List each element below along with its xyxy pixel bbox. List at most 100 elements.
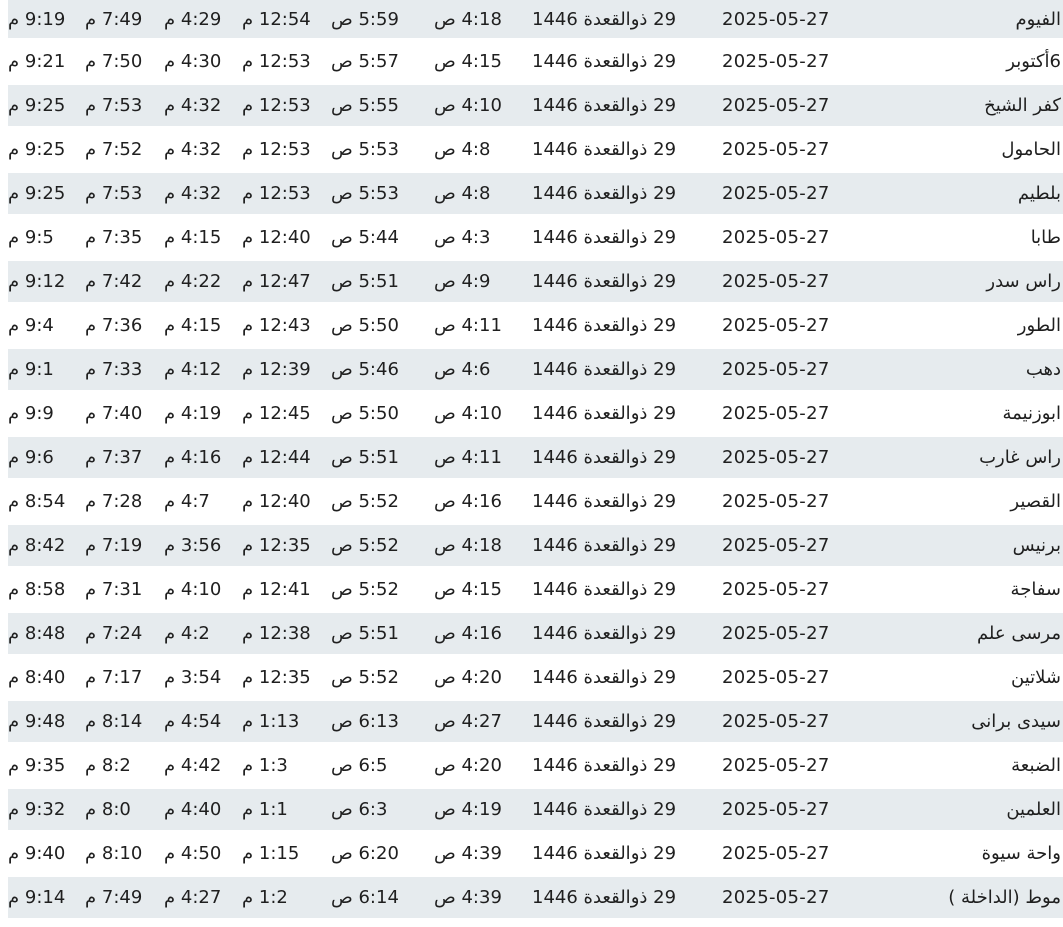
fajr-time-cell: 4:18 ص <box>434 0 532 41</box>
gregorian-date-cell: 2025-05-27 <box>720 129 907 173</box>
city-name-cell: بلطيم <box>907 173 1063 217</box>
maghrib-time-cell: 7:31 م <box>85 569 164 613</box>
hijri-date-cell: 29 ذوالقعدة 1446 <box>532 833 720 877</box>
maghrib-time-cell: 7:49 م <box>85 877 164 921</box>
asr-time-cell: 4:32 م <box>164 85 242 129</box>
fajr-time-cell: 4:3 ص <box>434 217 532 261</box>
gregorian-date-cell: 2025-05-27 <box>720 85 907 129</box>
city-name-cell: العلمين <box>907 789 1063 833</box>
isha-time-cell: 8:42 م <box>8 525 85 569</box>
isha-time-cell: 9:25 م <box>8 85 85 129</box>
gregorian-date-cell: 2025-05-27 <box>720 481 907 525</box>
maghrib-time-cell: 7:42 م <box>85 261 164 305</box>
hijri-date-cell: 29 ذوالقعدة 1446 <box>532 0 720 41</box>
maghrib-time-cell: 8:2 م <box>85 745 164 789</box>
sunrise-time-cell: 5:52 ص <box>331 657 434 701</box>
hijri-date-cell: 29 ذوالقعدة 1446 <box>532 41 720 85</box>
sunrise-time-cell: 5:44 ص <box>331 217 434 261</box>
city-name-cell: راس غارب <box>907 437 1063 481</box>
table-row: 8:48 م 7:24 م 4:2 م 12:38 م 5:51 ص 4:16 … <box>8 613 1063 657</box>
gregorian-date-cell: 2025-05-27 <box>720 877 907 921</box>
maghrib-time-cell: 7:24 م <box>85 613 164 657</box>
isha-time-cell: 8:40 م <box>8 657 85 701</box>
asr-time-cell: 4:2 م <box>164 613 242 657</box>
maghrib-time-cell: 7:28 م <box>85 481 164 525</box>
sunrise-time-cell: 5:53 ص <box>331 173 434 217</box>
gregorian-date-cell: 2025-05-27 <box>720 789 907 833</box>
maghrib-time-cell: 8:10 م <box>85 833 164 877</box>
gregorian-date-cell: 2025-05-27 <box>720 41 907 85</box>
table-row: 9:32 م 8:0 م 4:40 م 1:1 م 6:3 ص 4:19 ص 2… <box>8 789 1063 833</box>
hijri-date-cell: 29 ذوالقعدة 1446 <box>532 129 720 173</box>
city-name-cell: 6أكتوبر <box>907 41 1063 85</box>
city-name-cell: واحة سيوة <box>907 833 1063 877</box>
sunrise-time-cell: 5:51 ص <box>331 437 434 481</box>
table-row: 9:19 م 7:49 م 4:29 م 12:54 م 5:59 ص 4:18… <box>8 0 1063 41</box>
gregorian-date-cell: 2025-05-27 <box>720 173 907 217</box>
dhuhr-time-cell: 12:53 م <box>242 129 331 173</box>
gregorian-date-cell: 2025-05-27 <box>720 745 907 789</box>
fajr-time-cell: 4:16 ص <box>434 481 532 525</box>
city-name-cell: القصير <box>907 481 1063 525</box>
isha-time-cell: 9:40 م <box>8 833 85 877</box>
dhuhr-time-cell: 12:44 م <box>242 437 331 481</box>
gregorian-date-cell: 2025-05-27 <box>720 305 907 349</box>
table-row: 9:48 م 8:14 م 4:54 م 1:13 م 6:13 ص 4:27 … <box>8 701 1063 745</box>
sunrise-time-cell: 5:52 ص <box>331 569 434 613</box>
hijri-date-cell: 29 ذوالقعدة 1446 <box>532 217 720 261</box>
table-row: 8:40 م 7:17 م 3:54 م 12:35 م 5:52 ص 4:20… <box>8 657 1063 701</box>
city-name-cell: راس سدر <box>907 261 1063 305</box>
maghrib-time-cell: 7:35 م <box>85 217 164 261</box>
gregorian-date-cell: 2025-05-27 <box>720 437 907 481</box>
table-row: 9:21 م 7:50 م 4:30 م 12:53 م 5:57 ص 4:15… <box>8 41 1063 85</box>
asr-time-cell: 4:27 م <box>164 877 242 921</box>
sunrise-time-cell: 5:53 ص <box>331 129 434 173</box>
maghrib-time-cell: 7:50 م <box>85 41 164 85</box>
table-row: 9:14 م 7:49 م 4:27 م 1:2 م 6:14 ص 4:39 ص… <box>8 877 1063 921</box>
hijri-date-cell: 29 ذوالقعدة 1446 <box>532 173 720 217</box>
isha-time-cell: 9:25 م <box>8 129 85 173</box>
asr-time-cell: 4:22 م <box>164 261 242 305</box>
asr-time-cell: 4:7 م <box>164 481 242 525</box>
maghrib-time-cell: 7:53 م <box>85 85 164 129</box>
sunrise-time-cell: 5:57 ص <box>331 41 434 85</box>
fajr-time-cell: 4:39 ص <box>434 833 532 877</box>
dhuhr-time-cell: 12:54 م <box>242 0 331 41</box>
isha-time-cell: 9:48 م <box>8 701 85 745</box>
maghrib-time-cell: 7:36 م <box>85 305 164 349</box>
hijri-date-cell: 29 ذوالقعدة 1446 <box>532 261 720 305</box>
maghrib-time-cell: 7:40 م <box>85 393 164 437</box>
table-row: 8:42 م 7:19 م 3:56 م 12:35 م 5:52 ص 4:18… <box>8 525 1063 569</box>
fajr-time-cell: 4:11 ص <box>434 437 532 481</box>
asr-time-cell: 4:12 م <box>164 349 242 393</box>
hijri-date-cell: 29 ذوالقعدة 1446 <box>532 877 720 921</box>
isha-time-cell: 9:1 م <box>8 349 85 393</box>
table-row: 9:35 م 8:2 م 4:42 م 1:3 م 6:5 ص 4:20 ص 2… <box>8 745 1063 789</box>
hijri-date-cell: 29 ذوالقعدة 1446 <box>532 305 720 349</box>
gregorian-date-cell: 2025-05-27 <box>720 701 907 745</box>
asr-time-cell: 4:54 م <box>164 701 242 745</box>
dhuhr-time-cell: 1:3 م <box>242 745 331 789</box>
maghrib-time-cell: 7:49 م <box>85 0 164 41</box>
gregorian-date-cell: 2025-05-27 <box>720 0 907 41</box>
hijri-date-cell: 29 ذوالقعدة 1446 <box>532 569 720 613</box>
asr-time-cell: 4:50 م <box>164 833 242 877</box>
city-name-cell: برنيس <box>907 525 1063 569</box>
gregorian-date-cell: 2025-05-27 <box>720 833 907 877</box>
table-row: 9:25 م 7:53 م 4:32 م 12:53 م 5:55 ص 4:10… <box>8 85 1063 129</box>
dhuhr-time-cell: 1:13 م <box>242 701 331 745</box>
city-name-cell: الفيوم <box>907 0 1063 41</box>
dhuhr-time-cell: 12:38 م <box>242 613 331 657</box>
dhuhr-time-cell: 12:53 م <box>242 41 331 85</box>
sunrise-time-cell: 5:59 ص <box>331 0 434 41</box>
hijri-date-cell: 29 ذوالقعدة 1446 <box>532 85 720 129</box>
dhuhr-time-cell: 1:1 م <box>242 789 331 833</box>
asr-time-cell: 4:40 م <box>164 789 242 833</box>
sunrise-time-cell: 6:5 ص <box>331 745 434 789</box>
fajr-time-cell: 4:6 ص <box>434 349 532 393</box>
sunrise-time-cell: 5:46 ص <box>331 349 434 393</box>
table-row: 9:4 م 7:36 م 4:15 م 12:43 م 5:50 ص 4:11 … <box>8 305 1063 349</box>
isha-time-cell: 9:32 م <box>8 789 85 833</box>
dhuhr-time-cell: 12:35 م <box>242 657 331 701</box>
prayer-times-table: 9:19 م 7:49 م 4:29 م 12:54 م 5:59 ص 4:18… <box>8 0 1063 921</box>
